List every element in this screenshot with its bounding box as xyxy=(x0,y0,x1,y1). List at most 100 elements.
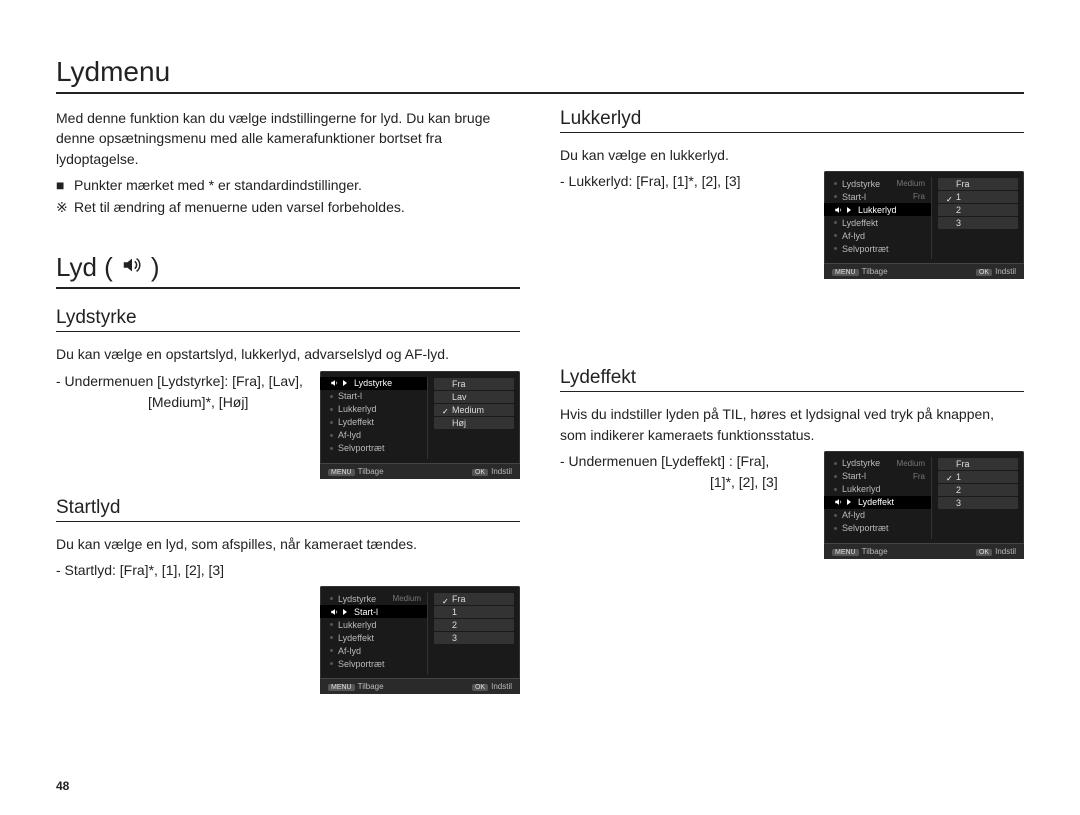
intro-text: Med denne funktion kan du vælge indstill… xyxy=(56,108,520,169)
ok-tag: OK xyxy=(976,549,992,556)
back-label[interactable]: Tilbage xyxy=(358,467,384,476)
check-icon xyxy=(442,406,449,413)
menu-item[interactable]: Selvportræt xyxy=(320,442,427,455)
bullet-icon xyxy=(834,182,837,185)
bullet-icon xyxy=(330,395,333,398)
arrow-right-icon xyxy=(847,207,851,213)
lcd-footer: MENUTilbage OKIndstil xyxy=(320,678,520,694)
lydstyrke-desc: Du kan vælge en opstartslyd, lukkerlyd, … xyxy=(56,344,520,364)
menu-option[interactable]: Høj xyxy=(434,417,514,429)
menu-item[interactable]: Lydstyrke xyxy=(320,377,427,390)
menu-item[interactable]: Selvportræt xyxy=(320,657,427,670)
menu-tag: MENU xyxy=(328,684,355,691)
menu-item[interactable]: Start-l xyxy=(320,605,427,618)
menu-item[interactable]: Selvportræt xyxy=(824,522,931,535)
note-disclaimer: Ret til ændring af menuerne uden varsel … xyxy=(56,197,520,219)
menu-option[interactable]: Fra xyxy=(938,178,1018,190)
startlyd-heading: Startlyd xyxy=(56,497,520,522)
check-icon xyxy=(946,473,953,480)
menu-item[interactable]: Lukkerlyd xyxy=(824,483,931,496)
menu-option[interactable]: 3 xyxy=(434,632,514,644)
menu-option[interactable]: 1 xyxy=(434,606,514,618)
ok-tag: OK xyxy=(976,269,992,276)
back-label[interactable]: Tilbage xyxy=(358,682,384,691)
ok-tag: OK xyxy=(472,684,488,691)
speaker-small-icon xyxy=(834,205,844,215)
lcd-footer: MENUTilbageOKIndstil xyxy=(824,543,1024,559)
menu-option[interactable]: Fra xyxy=(434,593,514,605)
bullet-icon xyxy=(330,649,333,652)
menu-item[interactable]: Selvportræt xyxy=(824,242,931,255)
set-label[interactable]: Indstil xyxy=(491,467,512,476)
set-label[interactable]: Indstil xyxy=(995,267,1016,276)
lyd-heading-pre: Lyd ( xyxy=(56,252,113,283)
back-label[interactable]: Tilbage xyxy=(862,267,888,276)
lukkerlyd-lcd: LydstyrkeMediumStart-lFraLukkerlydLydeff… xyxy=(824,171,1024,279)
lydeffekt-lcd: LydstyrkeMediumStart-lFraLukkerlydLydeff… xyxy=(824,451,1024,559)
menu-item[interactable]: Lydeffekt xyxy=(320,631,427,644)
menu-item[interactable]: LydstyrkeMedium xyxy=(824,457,931,470)
bullet-icon xyxy=(834,527,837,530)
menu-item[interactable]: Af-lyd xyxy=(824,509,931,522)
speaker-small-icon xyxy=(330,607,340,617)
bullet-icon xyxy=(834,475,837,478)
lydstyrke-lcd: LydstyrkeStart-lLukkerlydLydeffektAf-lyd… xyxy=(320,371,520,479)
speaker-icon xyxy=(119,252,145,283)
lcd-footer: MENUTilbage OKIndstil xyxy=(824,263,1024,279)
lydstyrke-heading: Lydstyrke xyxy=(56,307,520,332)
lydeffekt-desc: Hvis du indstiller lyden på TIL, høres e… xyxy=(560,404,1024,445)
menu-item[interactable]: Lydeffekt xyxy=(824,496,931,509)
lydstyrke-submenu: - Undermenuen [Lydstyrke]: [Fra], [Lav],… xyxy=(56,371,308,413)
lyd-section-heading: Lyd ( ) xyxy=(56,252,520,289)
back-label[interactable]: Tilbage xyxy=(862,547,888,556)
menu-option[interactable]: 3 xyxy=(938,497,1018,509)
menu-option[interactable]: 1 xyxy=(938,471,1018,483)
menu-option[interactable]: 2 xyxy=(434,619,514,631)
bullet-icon xyxy=(834,195,837,198)
set-label[interactable]: Indstil xyxy=(491,682,512,691)
bullet-icon xyxy=(330,421,333,424)
menu-option[interactable]: 1 xyxy=(938,191,1018,203)
menu-item[interactable]: Af-lyd xyxy=(824,229,931,242)
startlyd-desc: Du kan vælge en lyd, som afspilles, når … xyxy=(56,534,520,554)
check-icon xyxy=(442,596,449,603)
bullet-icon xyxy=(330,434,333,437)
lyd-heading-post: ) xyxy=(151,252,160,283)
menu-item[interactable]: LydstyrkeMedium xyxy=(320,592,427,605)
lukkerlyd-submenu: - Lukkerlyd: [Fra], [1]*, [2], [3] xyxy=(560,171,812,192)
menu-item[interactable]: Start-l xyxy=(320,390,427,403)
startlyd-submenu: - Startlyd: [Fra]*, [1], [2], [3] xyxy=(56,560,520,580)
arrow-right-icon xyxy=(847,499,851,505)
speaker-small-icon xyxy=(330,378,340,388)
menu-item[interactable]: Af-lyd xyxy=(320,429,427,442)
set-label[interactable]: Indstil xyxy=(995,547,1016,556)
menu-item[interactable]: Lukkerlyd xyxy=(320,403,427,416)
menu-option[interactable]: 2 xyxy=(938,484,1018,496)
menu-option[interactable]: Fra xyxy=(434,378,514,390)
bullet-icon xyxy=(330,597,333,600)
menu-item[interactable]: Lukkerlyd xyxy=(320,618,427,631)
menu-item[interactable]: LydstyrkeMedium xyxy=(824,177,931,190)
bullet-icon xyxy=(330,447,333,450)
lukkerlyd-desc: Du kan vælge en lukkerlyd. xyxy=(560,145,1024,165)
menu-item[interactable]: Start-lFra xyxy=(824,190,931,203)
menu-option[interactable]: Fra xyxy=(938,458,1018,470)
bullet-icon xyxy=(834,488,837,491)
menu-tag: MENU xyxy=(832,269,859,276)
check-icon xyxy=(946,194,953,201)
menu-option[interactable]: 3 xyxy=(938,217,1018,229)
menu-item[interactable]: Start-lFra xyxy=(824,470,931,483)
menu-item[interactable]: Lukkerlyd xyxy=(824,203,931,216)
bullet-icon xyxy=(834,234,837,237)
lcd-footer: MENUTilbageOKIndstil xyxy=(320,463,520,479)
arrow-right-icon xyxy=(343,380,347,386)
bullet-icon xyxy=(834,514,837,517)
menu-option[interactable]: Lav xyxy=(434,391,514,403)
menu-option[interactable]: 2 xyxy=(938,204,1018,216)
menu-item[interactable]: Af-lyd xyxy=(320,644,427,657)
menu-item[interactable]: Lydeffekt xyxy=(824,216,931,229)
menu-option[interactable]: Medium xyxy=(434,404,514,416)
menu-item[interactable]: Lydeffekt xyxy=(320,416,427,429)
lukkerlyd-heading: Lukkerlyd xyxy=(560,108,1024,133)
left-column: Med denne funktion kan du vælge indstill… xyxy=(56,108,520,694)
